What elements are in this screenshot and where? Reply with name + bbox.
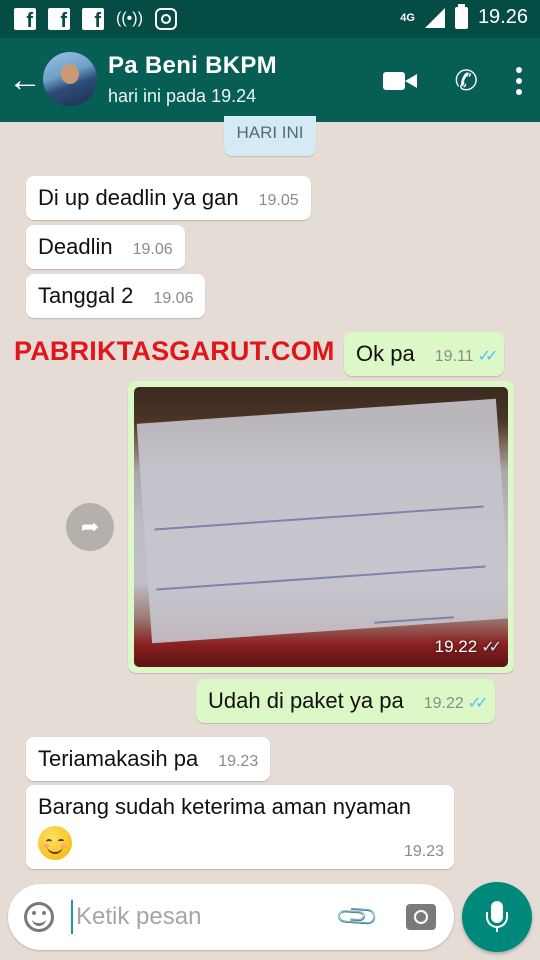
watermark: PABRIKTASGARUT.COM [14, 336, 335, 366]
message-time: 19.22 [434, 637, 478, 656]
message-incoming[interactable]: Teriamakasih pa 19.23 [26, 737, 271, 781]
message-time: 19.11 [434, 348, 474, 365]
message-incoming[interactable]: Di up deadlin ya gan 19.05 [26, 176, 311, 220]
facebook-icon: f [14, 8, 36, 32]
back-arrow-icon[interactable]: ← [8, 60, 42, 100]
photo-timestamp: 19.22 ✓✓ [434, 637, 502, 657]
date-chip: HARI INI [224, 116, 316, 156]
last-seen: hari ini pada 19.24 [108, 86, 257, 106]
read-ticks-icon: ✓✓ [477, 348, 499, 365]
message-text: Di up deadlin ya gan [38, 185, 239, 210]
message-text: Barang sudah keterima aman nyaman [38, 794, 411, 819]
read-ticks-icon: ✓✓ [467, 695, 489, 712]
network-type: 4G [400, 11, 415, 24]
read-ticks-icon: ✓✓ [481, 639, 502, 656]
system-status: 4G 19.26 [400, 3, 528, 29]
message-outgoing[interactable]: Udah di paket ya pa 19.22 ✓✓ [196, 679, 495, 723]
battery-icon [454, 3, 468, 29]
message-time: 19.23 [403, 843, 444, 860]
forward-icon[interactable]: ➦ [66, 503, 114, 551]
message-input[interactable] [76, 898, 326, 936]
header-actions: ✆ [382, 64, 522, 97]
video-call-icon[interactable] [382, 70, 417, 92]
message-time: 19.22 [423, 695, 464, 712]
message-text: Udah di paket ya pa [208, 688, 404, 713]
photo-receipt[interactable]: 19.22 ✓✓ [134, 387, 508, 667]
mic-button[interactable] [462, 882, 532, 952]
message-incoming[interactable]: Barang sudah keterima aman nyaman 19.23 [26, 785, 454, 869]
phone-icon[interactable]: ✆ [455, 64, 478, 97]
message-time: 19.05 [258, 192, 299, 209]
message-incoming[interactable]: Tanggal 2 19.06 [26, 274, 206, 318]
facebook-icon: f [82, 8, 104, 32]
message-text: Deadlin [38, 234, 113, 259]
attach-icon[interactable]: 📎 [333, 893, 381, 941]
signal-icon [424, 7, 445, 28]
message-time: 19.06 [153, 290, 194, 307]
message-composer: 📎 [8, 884, 454, 950]
more-vert-icon[interactable] [516, 66, 522, 95]
instagram-icon [154, 8, 177, 30]
message-outgoing[interactable]: Ok pa 19.11 ✓✓ [344, 332, 505, 376]
message-time: 19.23 [218, 753, 259, 770]
contact-info[interactable]: Pa Beni BKPM hari ini pada 19.24 [108, 52, 277, 107]
text-cursor [71, 900, 73, 934]
status-bar: f f f ((•)) 4G 19.26 [0, 0, 540, 38]
contact-name: Pa Beni BKPM [108, 52, 277, 79]
camera-icon[interactable] [406, 904, 436, 930]
avatar[interactable] [43, 52, 97, 106]
smiling-face-emoji-icon [38, 826, 72, 860]
message-incoming[interactable]: Deadlin 19.06 [26, 225, 185, 269]
emoji-icon[interactable] [24, 902, 54, 932]
status-time: 19.26 [477, 6, 528, 28]
notification-icons: f f f ((•)) [14, 8, 177, 32]
hotspot-icon: ((•)) [116, 10, 143, 27]
receipt-paper [136, 398, 508, 644]
message-text: Ok pa [356, 341, 415, 366]
message-text: Teriamakasih pa [38, 746, 199, 771]
chat-header: ← Pa Beni BKPM hari ini pada 19.24 ✆ [0, 38, 540, 122]
message-text: Tanggal 2 [38, 283, 134, 308]
message-time: 19.06 [132, 241, 173, 258]
message-image[interactable]: 19.22 ✓✓ [128, 381, 514, 673]
facebook-icon: f [48, 8, 70, 32]
